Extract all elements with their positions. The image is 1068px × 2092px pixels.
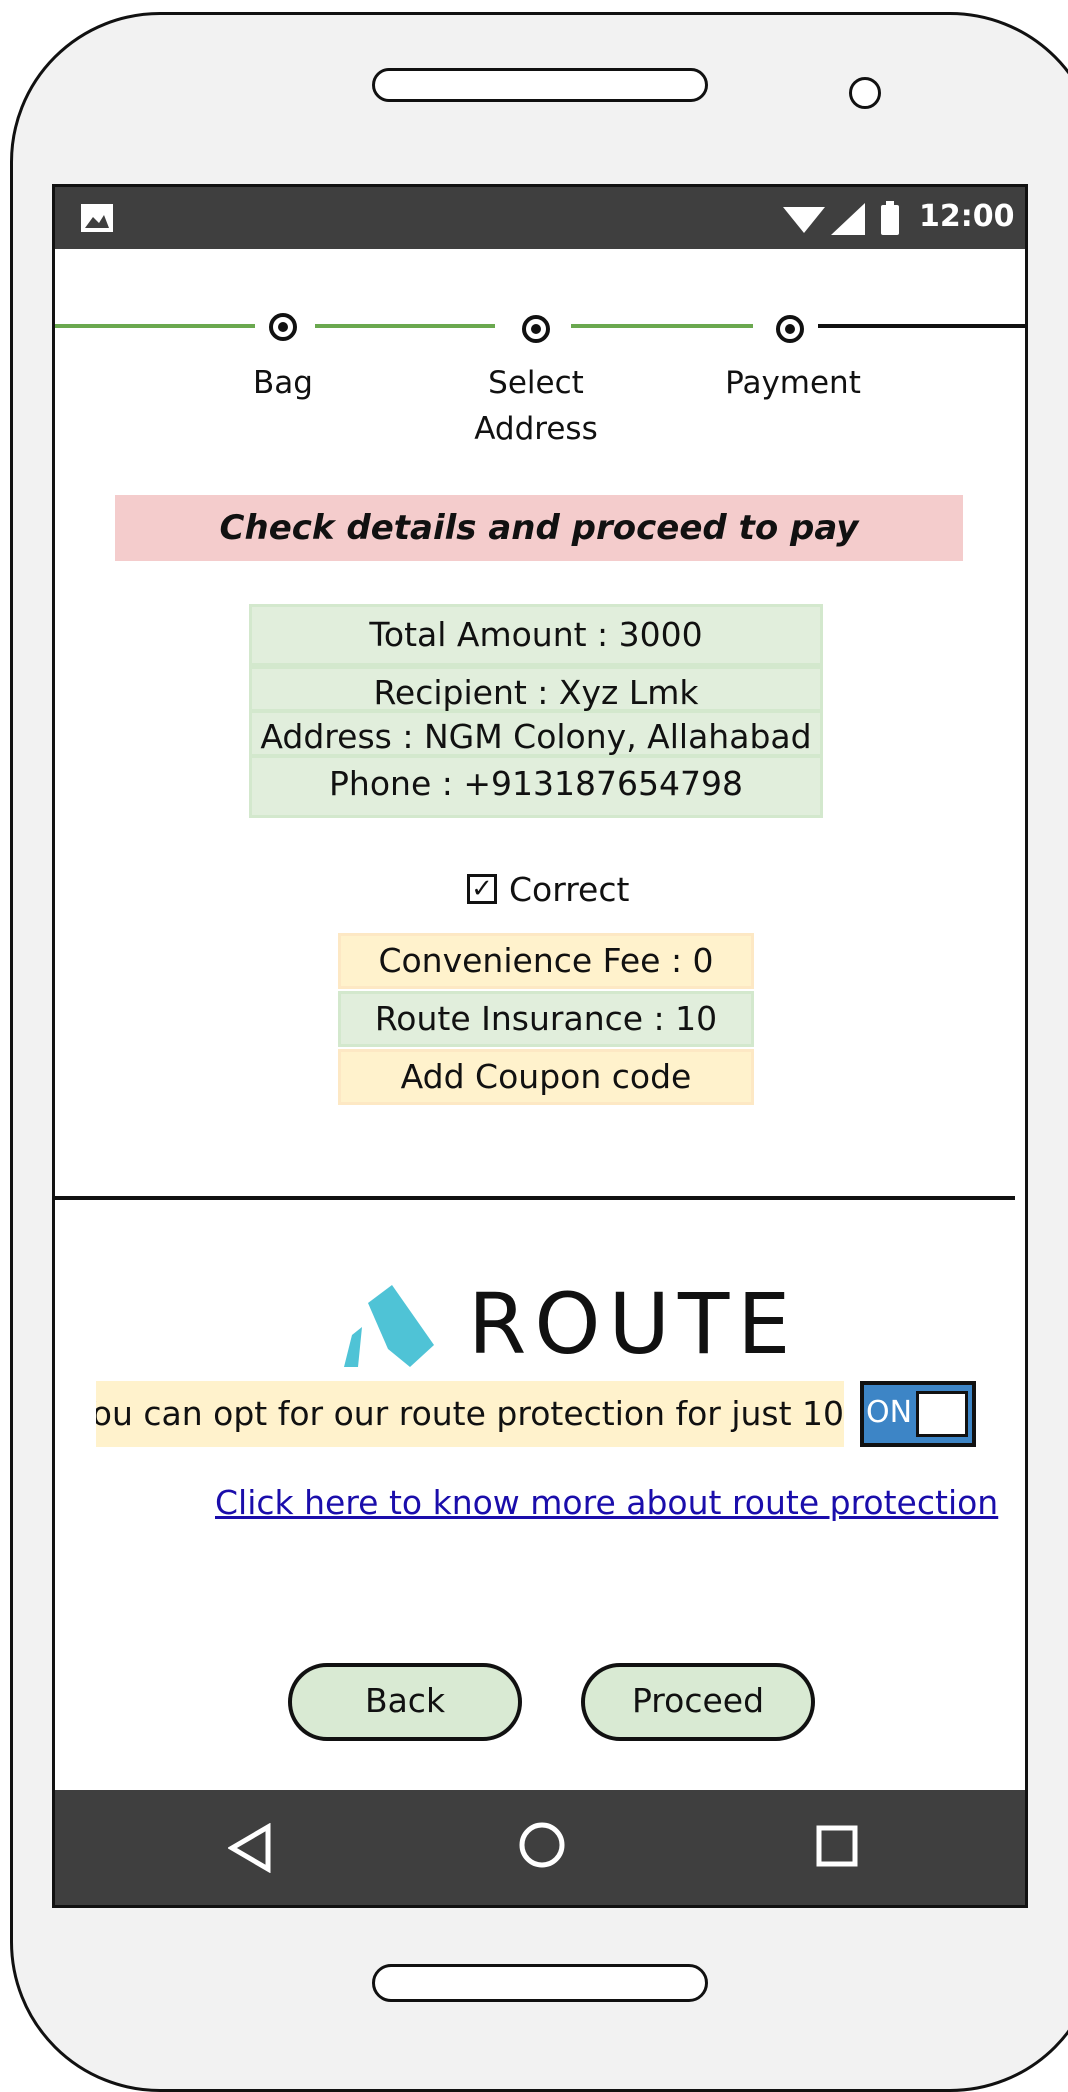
battery-icon: [881, 201, 899, 235]
step-address-indicator[interactable]: [522, 315, 550, 343]
route-logo-text: ROUTE: [468, 1275, 799, 1373]
status-bar: 12:00: [55, 187, 1025, 249]
signal-icon: [831, 203, 865, 235]
address: Address : NGM Colony, Allahabad: [260, 717, 812, 756]
step-bag-label: Bag: [253, 365, 313, 401]
step-address-label: Select Address: [474, 365, 598, 447]
stepper-line-3: [571, 324, 753, 328]
route-logo-icon: [344, 1285, 434, 1367]
status-time: 12:00: [919, 199, 1015, 234]
convenience-fee-row: Convenience Fee : 0: [338, 933, 754, 989]
speaker-grille: [372, 68, 708, 102]
correct-label: Correct: [509, 870, 630, 909]
step-bag-indicator[interactable]: [269, 313, 297, 341]
route-offer-banner: You can opt for our route protection for…: [96, 1381, 844, 1447]
add-coupon-label: Add Coupon code: [400, 1057, 692, 1096]
recipient: Recipient : Xyz Lmk: [373, 673, 699, 712]
stepper-line-1: [55, 324, 255, 328]
step-payment-label: Payment: [725, 365, 861, 401]
back-button[interactable]: Back: [288, 1663, 522, 1741]
screen: 12:00 Bag Select Address Payment Check d…: [52, 184, 1028, 1908]
back-nav-icon[interactable]: [228, 1823, 272, 1873]
navigation-bar: [55, 1790, 1025, 1905]
stepper-line-4: [818, 324, 1025, 328]
home-nav-icon[interactable]: [518, 1821, 566, 1869]
convenience-fee: Convenience Fee : 0: [378, 941, 714, 980]
correct-checkbox[interactable]: ✓: [467, 874, 497, 904]
recents-nav-icon[interactable]: [816, 1825, 858, 1867]
bottom-speaker: [372, 1964, 708, 2002]
gallery-icon: [81, 204, 113, 232]
add-coupon-button[interactable]: Add Coupon code: [338, 1049, 754, 1105]
front-camera: [849, 77, 881, 109]
toggle-knob: [916, 1391, 968, 1437]
route-insurance-row: Route Insurance : 10: [338, 991, 754, 1047]
route-info-link[interactable]: Click here to know more about route prot…: [215, 1483, 998, 1522]
wifi-icon: [783, 207, 825, 233]
instruction-banner: Check details and proceed to pay: [115, 495, 963, 561]
total-amount: Total Amount : 3000: [369, 615, 703, 654]
route-offer-text: You can opt for our route protection for…: [96, 1394, 844, 1433]
route-insurance: Route Insurance : 10: [374, 999, 718, 1038]
route-protection-toggle[interactable]: ON: [860, 1381, 976, 1447]
stepper-line-2: [315, 324, 495, 328]
summary-divider-1: [249, 663, 823, 669]
step-payment-indicator[interactable]: [776, 315, 804, 343]
phone: Phone : +913187654798: [329, 764, 743, 803]
section-divider: [55, 1196, 1015, 1200]
proceed-button[interactable]: Proceed: [581, 1663, 815, 1741]
toggle-on-label: ON: [866, 1395, 913, 1430]
